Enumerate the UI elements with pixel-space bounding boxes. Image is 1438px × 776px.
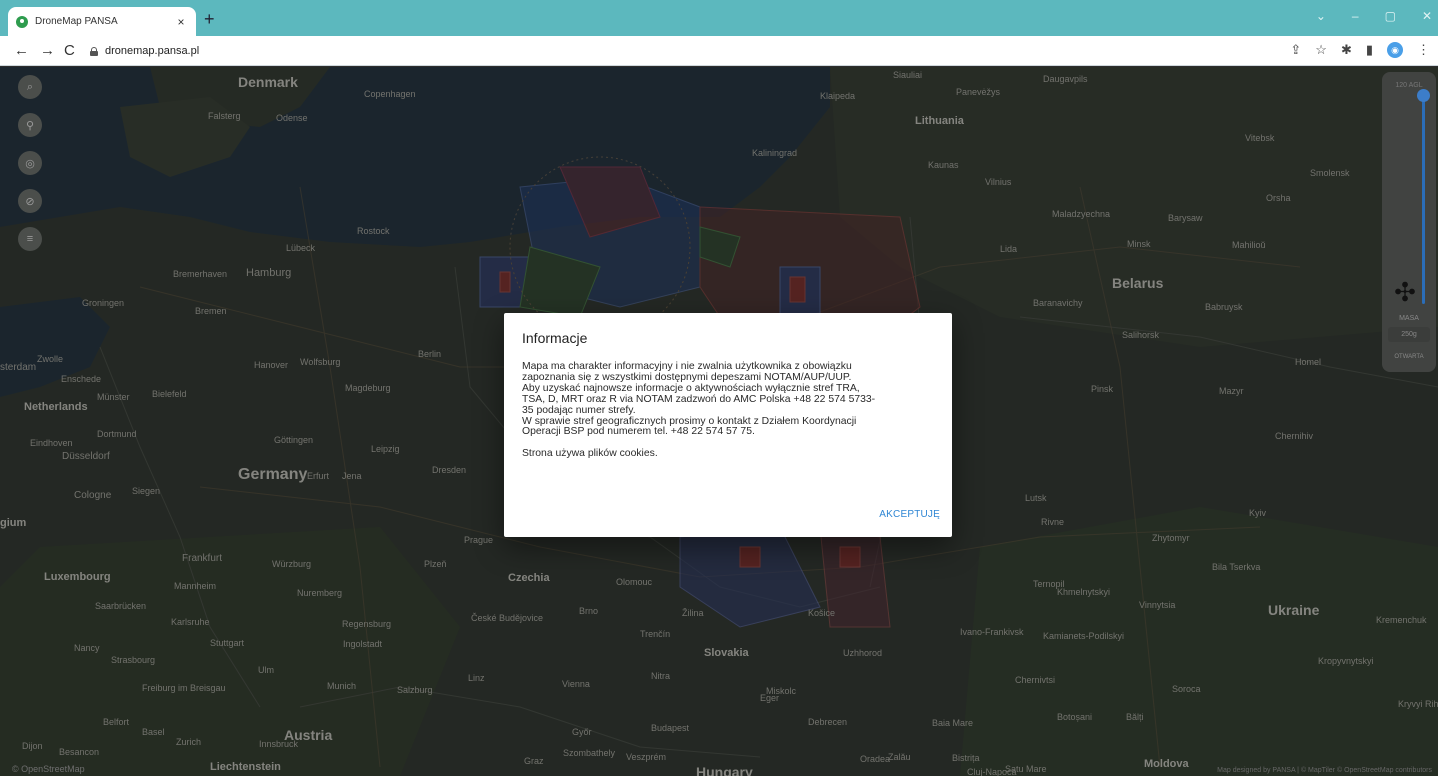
altitude-panel: 120 AGL ✣ MASA 250g OTWARTA: [1382, 72, 1436, 372]
osm-attribution[interactable]: © OpenStreetMap: [12, 764, 85, 774]
back-arrow-icon[interactable]: ←: [14, 41, 29, 61]
dialog-body: Mapa ma charakter informacyjny i nie zwa…: [522, 361, 938, 460]
forward-arrow-icon[interactable]: →: [40, 41, 55, 61]
new-tab-button[interactable]: +: [204, 10, 215, 28]
dialog-title: Informacje: [522, 330, 588, 346]
search-icon[interactable]: ⌕: [18, 75, 42, 99]
tab-search-icon[interactable]: ⌄: [1316, 9, 1326, 23]
map-attribution[interactable]: Map designed by PANSA | © MapTiler © Ope…: [1217, 767, 1432, 774]
minimize-button[interactable]: –: [1352, 9, 1359, 23]
dialog-text-line: TSA, D, MRT oraz R via NOTAM zadzwoń do …: [522, 393, 876, 405]
dialog-text-line: Operacji BSP pod numerem tel. +48 22 574…: [522, 426, 755, 438]
profile-avatar-icon[interactable]: ◉: [1387, 42, 1403, 58]
locate-me-icon[interactable]: ◎: [18, 151, 42, 175]
close-window-button[interactable]: ✕: [1422, 9, 1432, 23]
cookies-notice: Strona używa plików cookies.: [522, 448, 658, 460]
dialog-text-line: 35 podając numer strefy.: [522, 404, 636, 416]
lock-icon[interactable]: [90, 46, 98, 56]
menu-icon[interactable]: ≡: [18, 227, 42, 251]
url-input[interactable]: dronemap.pansa.pl: [90, 40, 1290, 62]
info-dialog: Informacje Mapa ma charakter informacyjn…: [504, 313, 952, 537]
altitude-label: 120 AGL: [1395, 82, 1423, 89]
extensions-puzzle-icon[interactable]: ✱: [1341, 42, 1352, 58]
reload-icon[interactable]: C: [64, 41, 75, 61]
map-pin-favicon-icon: [16, 15, 28, 28]
location-pin-icon[interactable]: ⚲: [18, 113, 42, 137]
accept-button[interactable]: AKCEPTUJĘ: [879, 509, 940, 520]
altitude-slider[interactable]: [1422, 94, 1425, 304]
tab-close-icon[interactable]: ×: [174, 15, 188, 29]
browser-tab[interactable]: DroneMap PANSA ×: [8, 7, 196, 36]
map-tool-buttons: ⌕ ⚲ ◎ ⊘ ≡: [18, 75, 42, 251]
side-panel-icon[interactable]: ▮: [1366, 42, 1373, 58]
address-bar: ← → C dronemap.pansa.pl ⇪ ☆ ✱ ▮ ◉ ⋮: [0, 36, 1438, 66]
url-text: dronemap.pansa.pl: [105, 45, 200, 57]
tab-title: DroneMap PANSA: [35, 16, 118, 27]
weight-selector[interactable]: 250g: [1388, 327, 1430, 342]
drone-icon[interactable]: ✣: [1390, 277, 1420, 307]
altitude-slider-handle[interactable]: [1417, 89, 1430, 102]
bookmark-star-icon[interactable]: ☆: [1315, 42, 1327, 58]
browser-menu-icon[interactable]: ⋮: [1417, 42, 1430, 58]
window-controls: ⌄ – ▢ ✕: [1316, 9, 1432, 23]
weight-label: MASA: [1399, 315, 1419, 322]
toolbar-icons: ⇪ ☆ ✱ ▮ ◉ ⋮: [1290, 42, 1430, 58]
share-icon[interactable]: ⇪: [1290, 42, 1301, 58]
maximize-button[interactable]: ▢: [1385, 9, 1396, 23]
compass-icon[interactable]: ⊘: [18, 189, 42, 213]
browser-tab-bar: DroneMap PANSA × + ⌄ – ▢ ✕: [0, 0, 1438, 36]
category-label: OTWARTA: [1394, 354, 1424, 360]
